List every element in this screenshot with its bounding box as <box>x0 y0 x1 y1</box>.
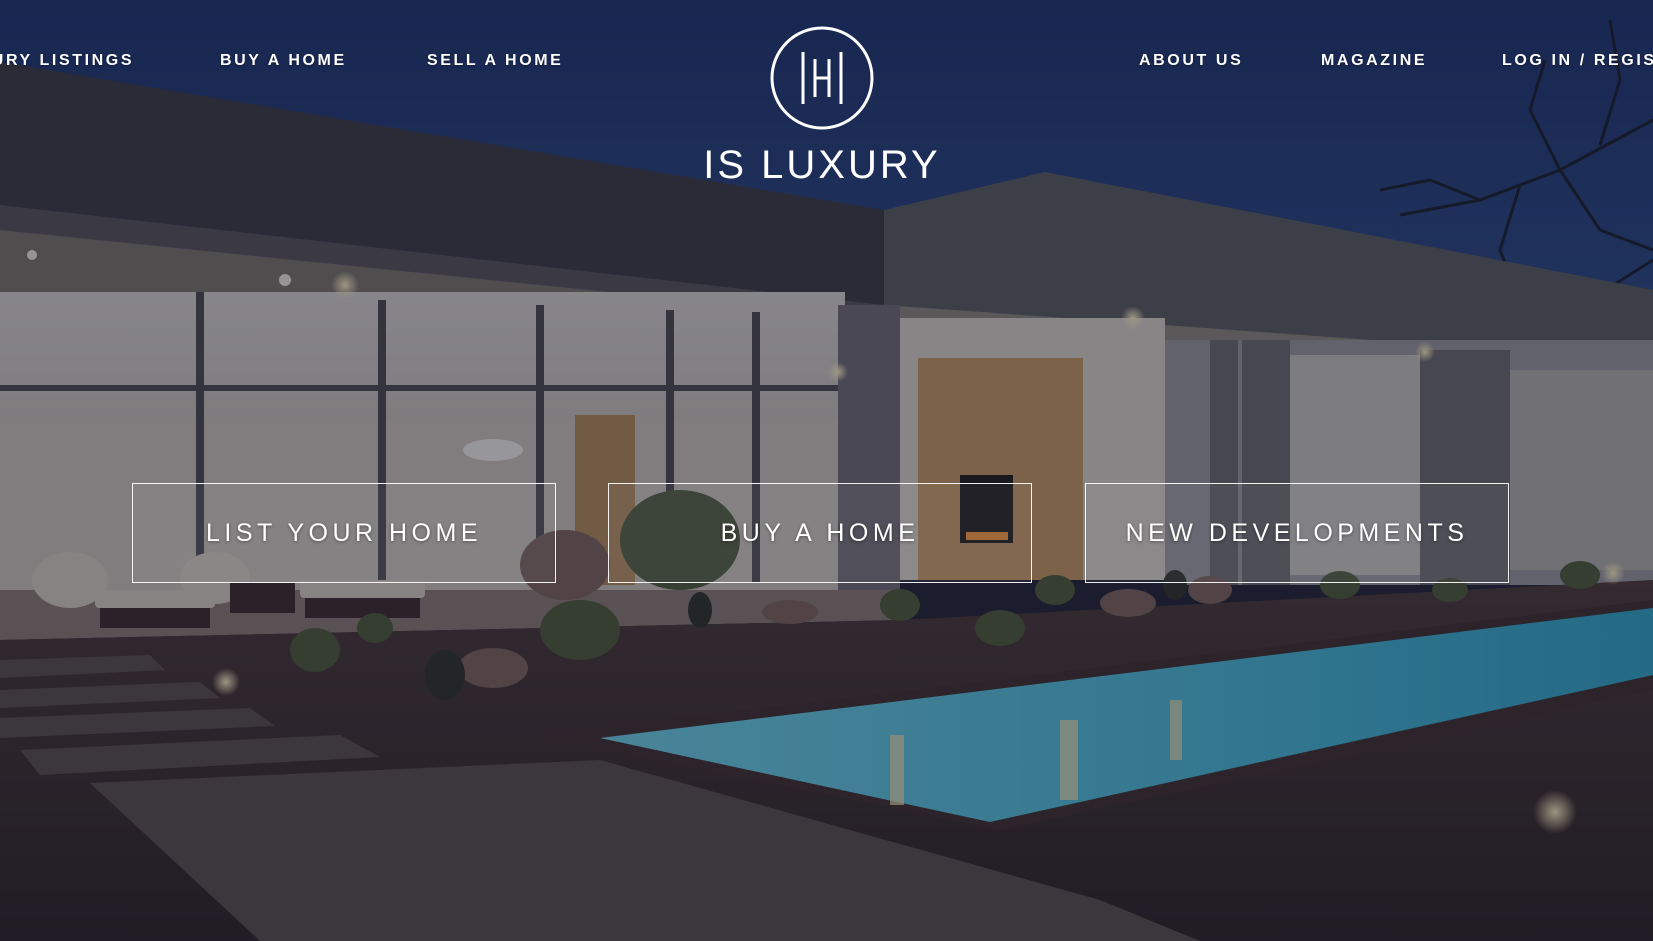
nav-about-us[interactable]: ABOUT US <box>1139 52 1243 70</box>
buy-a-home-label: BUY A HOME <box>720 518 920 547</box>
new-developments-label: NEW DEVELOPMENTS <box>1125 518 1469 547</box>
new-developments-button[interactable]: NEW DEVELOPMENTS <box>1085 483 1509 583</box>
site-logo[interactable]: IS LUXURY <box>690 22 954 192</box>
list-your-home-label: LIST YOUR HOME <box>205 518 482 547</box>
nav-sell-a-home[interactable]: SELL A HOME <box>427 52 563 70</box>
nav-magazine[interactable]: MAGAZINE <box>1321 52 1427 70</box>
nav-luxury-listings[interactable]: LUXURY LISTINGS <box>0 52 134 70</box>
hero: LUXURY LISTINGS BUY A HOME SELL A HOME I… <box>0 0 1653 941</box>
buy-a-home-button[interactable]: BUY A HOME <box>608 483 1032 583</box>
list-your-home-button[interactable]: LIST YOUR HOME <box>132 483 556 583</box>
nav-buy-a-home[interactable]: BUY A HOME <box>220 52 347 70</box>
logo-wordmark: IS LUXURY <box>703 143 941 187</box>
logo-monogram-icon <box>770 26 874 130</box>
nav-log-in-register[interactable]: LOG IN / REGISTER <box>1502 52 1653 70</box>
